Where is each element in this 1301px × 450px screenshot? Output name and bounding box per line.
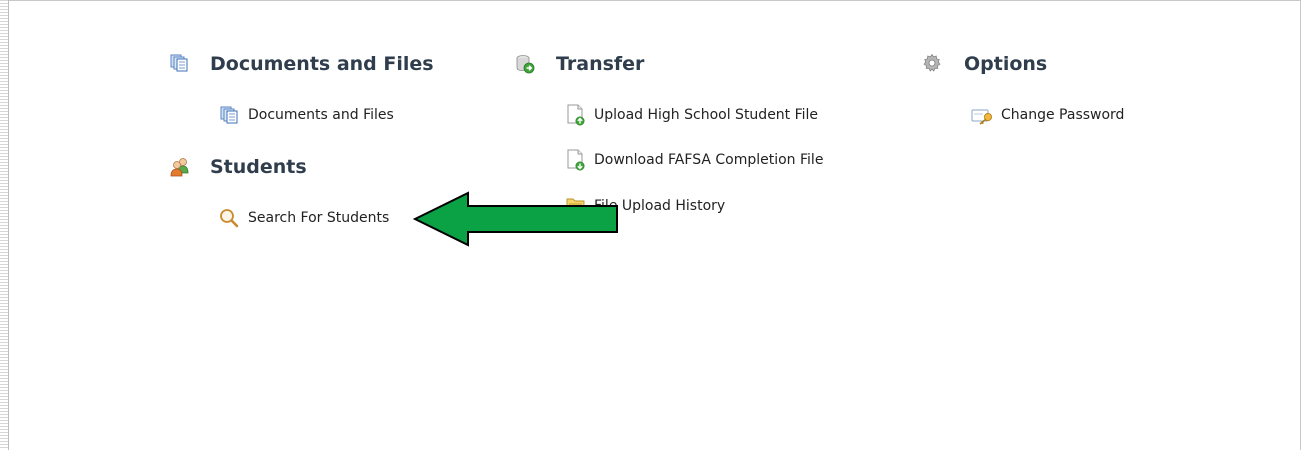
section-title-documents: Documents and Files: [210, 53, 434, 75]
left-scroll-edge: [0, 0, 9, 450]
key-icon: [971, 107, 995, 129]
documents-icon: [170, 54, 188, 76]
gear-icon: [922, 53, 942, 77]
students-icon: [170, 157, 190, 181]
upload-high-school-student-file-link[interactable]: Upload High School Student File: [594, 106, 818, 124]
green-arrow-annotation: [412, 191, 618, 247]
search-icon: [219, 208, 239, 232]
upload-file-icon: [566, 104, 586, 130]
documents-link-icon: [220, 106, 238, 128]
search-for-students-link[interactable]: Search For Students: [248, 209, 389, 227]
content-frame: [0, 0, 1301, 450]
download-fafsa-completion-file-link[interactable]: Download FAFSA Completion File: [594, 151, 823, 169]
change-password-link[interactable]: Change Password: [1001, 106, 1124, 124]
documents-and-files-link[interactable]: Documents and Files: [248, 106, 394, 124]
section-title-students: Students: [210, 156, 307, 178]
download-file-icon: [566, 149, 586, 175]
transfer-icon: [515, 54, 535, 78]
arrow-shape: [412, 191, 618, 247]
section-title-options: Options: [964, 53, 1048, 75]
section-title-transfer: Transfer: [556, 53, 645, 75]
